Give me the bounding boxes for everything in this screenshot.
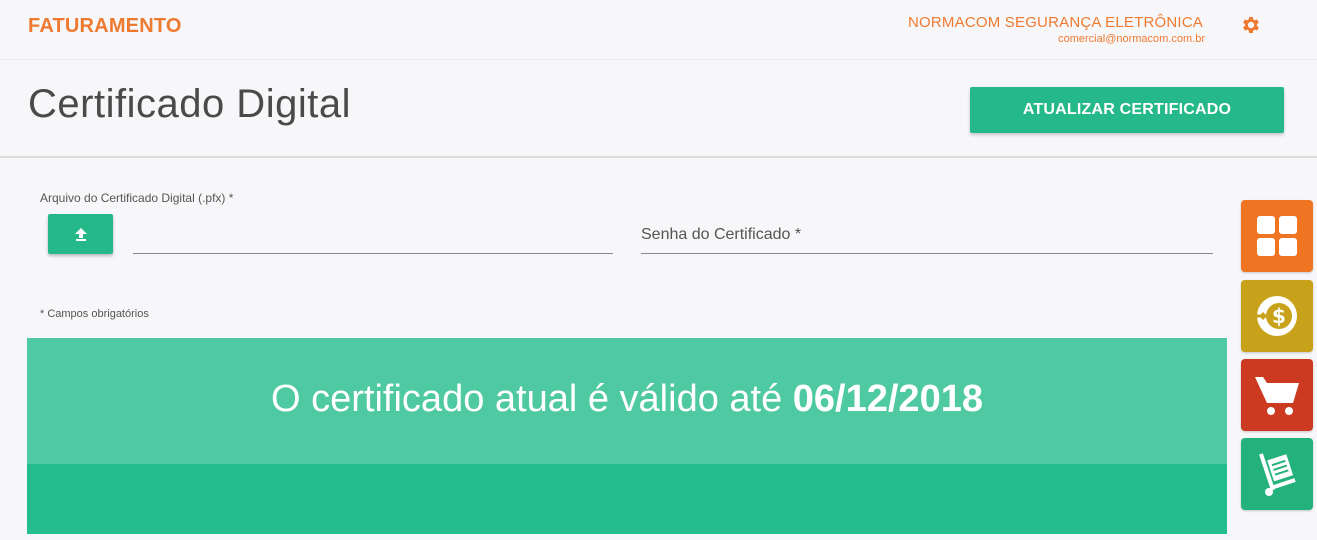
company-email: comercial@normacom.com.br xyxy=(1058,33,1205,45)
dashboard-grid-icon xyxy=(1257,216,1297,256)
top-bar: FATURAMENTO NORMACOM SEGURANÇA ELETRÔNIC… xyxy=(0,0,1317,60)
delivery-icon xyxy=(1259,453,1296,496)
certificate-file-label: Arquivo do Certificado Digital (.pfx) * xyxy=(40,191,234,205)
required-fields-note: * Campos obrigatórios xyxy=(40,308,149,320)
company-info: NORMACOM SEGURANÇA ELETRÔNICA comercial@… xyxy=(907,14,1205,45)
certificate-validity-banner: O certificado atual é válido até 06/12/2… xyxy=(27,338,1227,534)
validity-date: 06/12/2018 xyxy=(792,378,983,420)
upload-button[interactable] xyxy=(48,214,113,254)
gear-icon[interactable] xyxy=(1240,14,1262,36)
side-menu-finance[interactable]: $ xyxy=(1241,280,1313,352)
upload-icon xyxy=(74,228,87,241)
side-menu-cart[interactable] xyxy=(1241,359,1313,431)
side-menu-delivery[interactable] xyxy=(1241,438,1313,510)
validity-message-prefix: O certificado atual é válido até xyxy=(271,378,793,420)
page-title: Certificado Digital xyxy=(28,82,351,126)
update-certificate-button[interactable]: ATUALIZAR CERTIFICADO xyxy=(970,87,1284,133)
money-icon: $ xyxy=(1257,296,1297,336)
cart-icon xyxy=(1255,377,1299,415)
app-brand[interactable]: FATURAMENTO xyxy=(28,15,182,38)
side-menu-dashboard[interactable] xyxy=(1241,200,1313,272)
certificate-file-field[interactable] xyxy=(133,253,613,254)
page-header: Certificado Digital ATUALIZAR CERTIFICAD… xyxy=(0,60,1317,158)
certificate-password-field[interactable] xyxy=(641,216,1213,254)
validity-message: O certificado atual é válido até 06/12/2… xyxy=(27,378,1227,421)
company-name: NORMACOM SEGURANÇA ELETRÔNICA xyxy=(907,14,1203,31)
svg-text:$: $ xyxy=(1272,304,1286,328)
